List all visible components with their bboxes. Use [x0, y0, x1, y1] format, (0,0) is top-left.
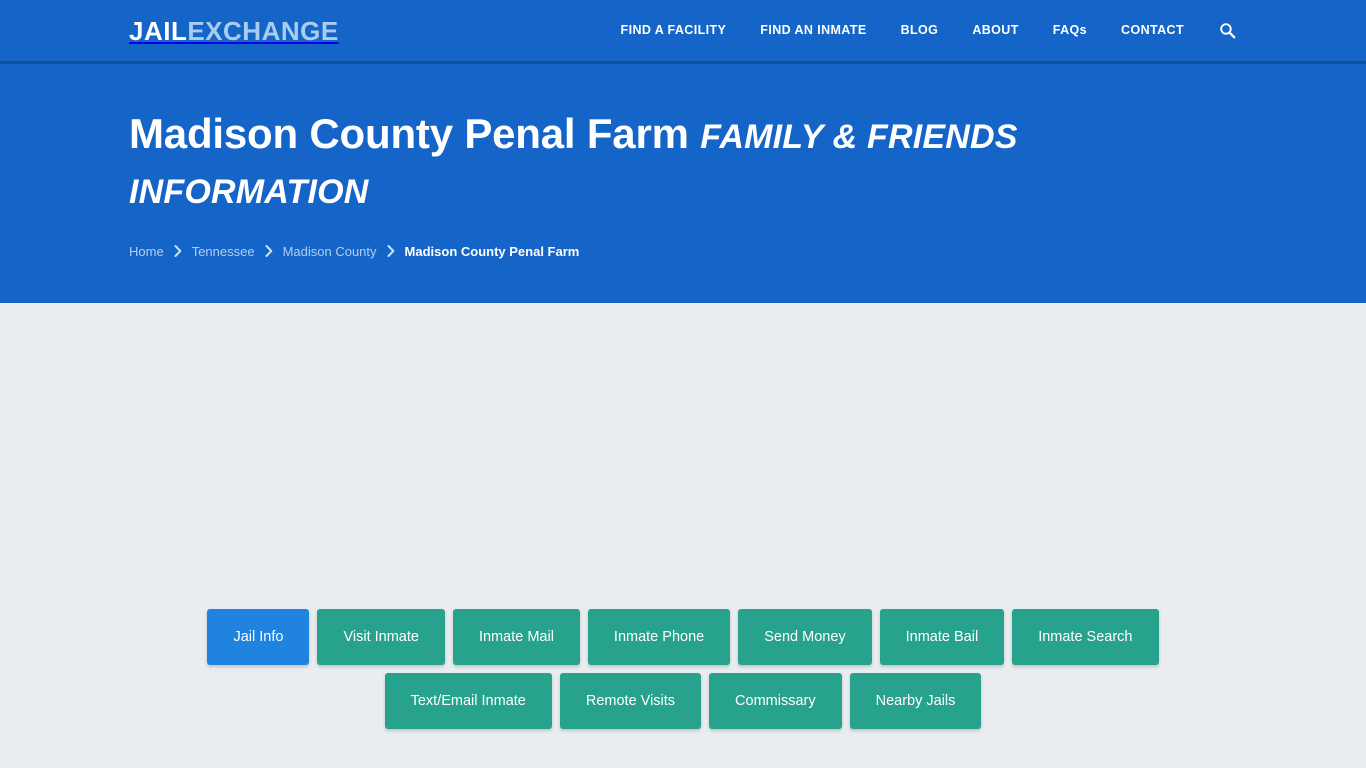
chevron-right-icon: [387, 245, 395, 258]
nav-links: FIND A FACILITY FIND AN INMATE BLOG ABOU…: [604, 21, 1366, 41]
tab-nearby-jails[interactable]: Nearby Jails: [849, 673, 982, 729]
breadcrumb-item-home[interactable]: Home: [129, 245, 164, 258]
tab-remote-visits[interactable]: Remote Visits: [559, 673, 702, 729]
nav-item-faqs[interactable]: FAQs: [1036, 24, 1104, 37]
chevron-right-icon: [174, 245, 182, 258]
breadcrumb: Home Tennessee Madison County Madison Co…: [129, 245, 1237, 258]
tab-inmate-phone[interactable]: Inmate Phone: [587, 609, 731, 665]
logo-text-exchange: EXCHANGE: [187, 15, 339, 46]
tab-send-money[interactable]: Send Money: [738, 609, 872, 665]
search-icon[interactable]: [1217, 21, 1237, 41]
page-title-main: Madison County Penal Farm: [129, 110, 689, 157]
nav-item-find-an-inmate[interactable]: FIND AN INMATE: [743, 24, 883, 37]
breadcrumb-item-tennessee[interactable]: Tennessee: [192, 245, 255, 258]
tab-inmate-mail[interactable]: Inmate Mail: [452, 609, 580, 665]
chevron-right-icon: [265, 245, 273, 258]
nav-item-about[interactable]: ABOUT: [955, 24, 1035, 37]
nav-item-contact[interactable]: CONTACT: [1104, 24, 1201, 37]
facility-tab-buttons: Jail Info Visit Inmate Inmate Mail Inmat…: [0, 609, 1366, 737]
tab-inmate-search[interactable]: Inmate Search: [1012, 609, 1159, 665]
page-title: Madison County Penal Farm FAMILY & FRIEN…: [129, 64, 1069, 217]
tab-text-email-inmate[interactable]: Text/Email Inmate: [384, 673, 552, 729]
nav-item-find-a-facility[interactable]: FIND A FACILITY: [604, 24, 744, 37]
hero-banner: Madison County Penal Farm FAMILY & FRIEN…: [0, 64, 1366, 303]
top-navigation-bar: JAILEXCHANGE FIND A FACILITY FIND AN INM…: [0, 0, 1366, 64]
tab-commissary[interactable]: Commissary: [709, 673, 842, 729]
breadcrumb-item-current: Madison County Penal Farm: [404, 243, 580, 259]
facility-tab-row-2: Text/Email Inmate Remote Visits Commissa…: [129, 673, 1237, 729]
site-logo[interactable]: JAILEXCHANGE: [129, 18, 339, 44]
breadcrumb-item-madison-county[interactable]: Madison County: [283, 245, 377, 258]
nav-item-blog[interactable]: BLOG: [884, 24, 956, 37]
main-content-area: Jail Info Visit Inmate Inmate Mail Inmat…: [0, 309, 1366, 768]
logo-text-jail: JAIL: [129, 15, 188, 46]
tab-visit-inmate[interactable]: Visit Inmate: [317, 609, 445, 665]
tab-jail-info[interactable]: Jail Info: [207, 609, 310, 665]
facility-tab-row-1: Jail Info Visit Inmate Inmate Mail Inmat…: [129, 609, 1237, 665]
tab-inmate-bail[interactable]: Inmate Bail: [879, 609, 1005, 665]
